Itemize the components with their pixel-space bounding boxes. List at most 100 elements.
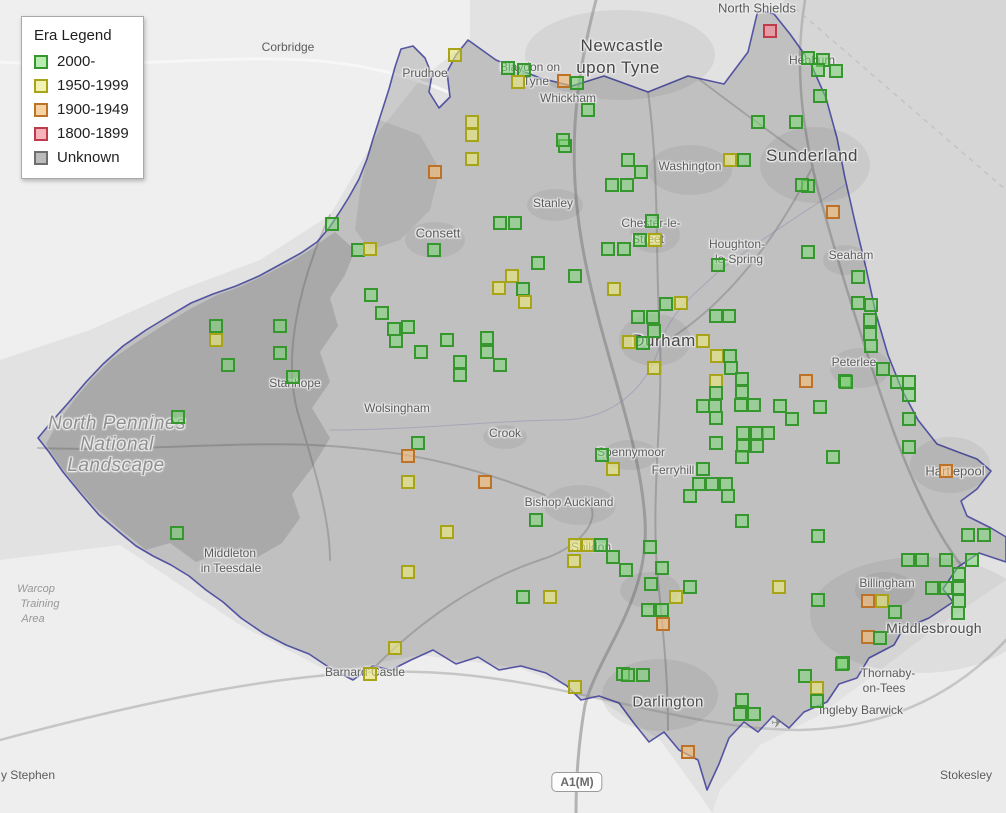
era-marker-g[interactable]: [601, 242, 615, 256]
era-marker-g[interactable]: [170, 526, 184, 540]
era-marker-g[interactable]: [480, 331, 494, 345]
era-marker-g[interactable]: [735, 514, 749, 528]
era-marker-y[interactable]: [607, 282, 621, 296]
era-marker-o[interactable]: [826, 205, 840, 219]
era-marker-g[interactable]: [501, 61, 515, 75]
era-marker-g[interactable]: [737, 153, 751, 167]
era-marker-g[interactable]: [965, 553, 979, 567]
era-marker-g[interactable]: [747, 707, 761, 721]
era-marker-y[interactable]: [622, 335, 636, 349]
era-marker-o[interactable]: [401, 449, 415, 463]
era-marker-g[interactable]: [631, 310, 645, 324]
era-marker-o[interactable]: [939, 464, 953, 478]
era-marker-g[interactable]: [655, 561, 669, 575]
era-marker-g[interactable]: [531, 256, 545, 270]
era-marker-g[interactable]: [696, 462, 710, 476]
era-marker-g[interactable]: [645, 214, 659, 228]
era-marker-y[interactable]: [568, 680, 582, 694]
era-marker-g[interactable]: [810, 694, 824, 708]
era-marker-g[interactable]: [655, 603, 669, 617]
era-marker-o[interactable]: [478, 475, 492, 489]
era-marker-g[interactable]: [826, 450, 840, 464]
era-marker-y[interactable]: [440, 525, 454, 539]
era-marker-y[interactable]: [606, 462, 620, 476]
era-marker-y[interactable]: [810, 681, 824, 695]
era-marker-g[interactable]: [951, 606, 965, 620]
era-marker-g[interactable]: [619, 563, 633, 577]
era-marker-g[interactable]: [709, 309, 723, 323]
era-marker-g[interactable]: [643, 540, 657, 554]
era-marker-g[interactable]: [735, 372, 749, 386]
era-marker-g[interactable]: [925, 581, 939, 595]
era-marker-y[interactable]: [465, 152, 479, 166]
era-marker-g[interactable]: [761, 426, 775, 440]
era-marker-y[interactable]: [696, 334, 710, 348]
era-marker-g[interactable]: [902, 440, 916, 454]
era-marker-g[interactable]: [570, 76, 584, 90]
era-marker-g[interactable]: [364, 288, 378, 302]
map-canvas[interactable]: North ShieldsNewcastleupon TyneHebburnHe…: [0, 0, 1006, 813]
era-marker-g[interactable]: [902, 412, 916, 426]
era-marker-y[interactable]: [388, 641, 402, 655]
era-marker-y[interactable]: [363, 242, 377, 256]
era-marker-g[interactable]: [493, 216, 507, 230]
era-marker-g[interactable]: [644, 577, 658, 591]
era-marker-y[interactable]: [543, 590, 557, 604]
era-marker-g[interactable]: [735, 693, 749, 707]
era-marker-g[interactable]: [709, 436, 723, 450]
era-marker-g[interactable]: [801, 245, 815, 259]
era-marker-g[interactable]: [977, 528, 991, 542]
era-marker-g[interactable]: [711, 258, 725, 272]
era-marker-g[interactable]: [617, 242, 631, 256]
era-marker-g[interactable]: [722, 309, 736, 323]
era-marker-g[interactable]: [811, 63, 825, 77]
era-marker-g[interactable]: [813, 400, 827, 414]
era-marker-g[interactable]: [851, 270, 865, 284]
era-marker-g[interactable]: [636, 668, 650, 682]
era-marker-g[interactable]: [620, 178, 634, 192]
era-marker-y[interactable]: [875, 594, 889, 608]
era-marker-g[interactable]: [939, 553, 953, 567]
era-marker-g[interactable]: [414, 345, 428, 359]
era-marker-g[interactable]: [829, 64, 843, 78]
era-marker-y[interactable]: [465, 128, 479, 142]
era-marker-g[interactable]: [636, 336, 650, 350]
era-marker-g[interactable]: [709, 386, 723, 400]
era-marker-o[interactable]: [656, 617, 670, 631]
era-marker-g[interactable]: [556, 133, 570, 147]
era-marker-g[interactable]: [839, 375, 853, 389]
era-marker-g[interactable]: [286, 370, 300, 384]
era-marker-y[interactable]: [648, 233, 662, 247]
era-marker-g[interactable]: [683, 580, 697, 594]
era-marker-g[interactable]: [634, 165, 648, 179]
era-marker-y[interactable]: [669, 590, 683, 604]
era-marker-g[interactable]: [411, 436, 425, 450]
era-marker-g[interactable]: [747, 398, 761, 412]
era-marker-g[interactable]: [493, 358, 507, 372]
era-marker-g[interactable]: [864, 339, 878, 353]
era-marker-g[interactable]: [733, 707, 747, 721]
era-marker-y[interactable]: [647, 361, 661, 375]
era-marker-g[interactable]: [952, 581, 966, 595]
era-marker-y[interactable]: [363, 667, 377, 681]
era-marker-g[interactable]: [171, 410, 185, 424]
era-marker-y[interactable]: [674, 296, 688, 310]
era-marker-g[interactable]: [646, 310, 660, 324]
era-marker-g[interactable]: [621, 668, 635, 682]
era-marker-g[interactable]: [952, 567, 966, 581]
era-marker-g[interactable]: [735, 385, 749, 399]
era-marker-g[interactable]: [873, 631, 887, 645]
era-marker-r[interactable]: [763, 24, 777, 38]
era-marker-g[interactable]: [568, 269, 582, 283]
era-marker-g[interactable]: [480, 345, 494, 359]
era-marker-g[interactable]: [789, 115, 803, 129]
era-marker-g[interactable]: [735, 450, 749, 464]
era-marker-g[interactable]: [659, 297, 673, 311]
era-marker-y[interactable]: [723, 153, 737, 167]
era-marker-g[interactable]: [773, 399, 787, 413]
era-marker-y[interactable]: [448, 48, 462, 62]
era-marker-g[interactable]: [633, 233, 647, 247]
era-marker-g[interactable]: [939, 581, 953, 595]
era-marker-g[interactable]: [851, 296, 865, 310]
era-marker-g[interactable]: [273, 346, 287, 360]
